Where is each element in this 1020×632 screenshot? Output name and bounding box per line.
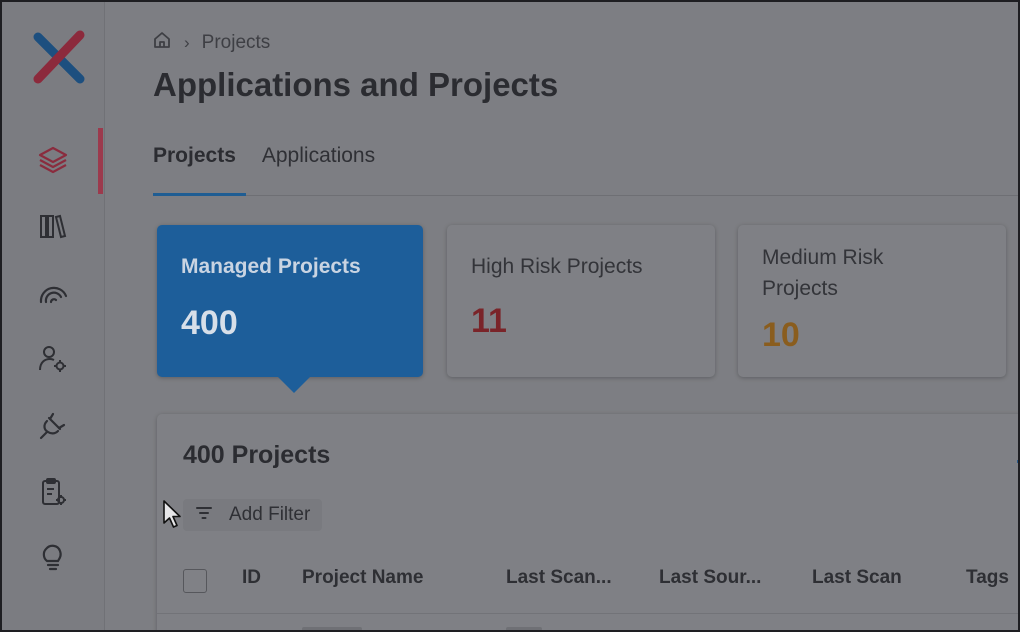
sidebar-item-dashboard[interactable]	[34, 273, 72, 311]
main-content: › Projects Applications and Projects Pro…	[105, 2, 1018, 630]
select-all-checkbox[interactable]	[183, 569, 207, 593]
card-title: Medium Risk Projects	[762, 246, 884, 300]
clipboard-settings-icon	[42, 478, 66, 505]
add-filter-label: Add Filter	[229, 504, 311, 525]
column-header-last-scan-date[interactable]: Last Scan...	[506, 567, 612, 589]
active-tab-underline	[153, 193, 246, 196]
tab-applications[interactable]: Applications	[262, 144, 375, 196]
column-header-last-scan[interactable]: Last Scan	[812, 567, 902, 589]
table-header: ID Project Name Last Scan... Last Sour..…	[157, 562, 1018, 614]
tab-projects[interactable]: Projects	[153, 144, 236, 196]
card-value: 10	[762, 316, 800, 354]
sidebar-item-library[interactable]	[34, 207, 72, 245]
plug-icon	[39, 412, 66, 440]
app-window: › Projects Applications and Projects Pro…	[0, 0, 1020, 632]
page-title: Applications and Projects	[153, 66, 559, 103]
card-title: Managed Projects	[181, 255, 361, 278]
user-settings-icon	[39, 346, 66, 372]
filter-icon	[195, 504, 213, 526]
column-header-project-name[interactable]: Project Name	[302, 567, 423, 589]
managed-projects-card[interactable]: Managed Projects 400	[157, 225, 423, 377]
breadcrumb-current: Projects	[201, 32, 271, 53]
chevron-right-icon: ›	[184, 33, 190, 52]
layers-icon	[38, 146, 68, 174]
logo-icon[interactable]	[30, 29, 88, 87]
lightbulb-icon	[42, 544, 62, 571]
sidebar-item-user-settings[interactable]	[34, 340, 72, 378]
high-risk-projects-card[interactable]: High Risk Projects 11	[447, 225, 715, 377]
card-value: 400	[181, 304, 238, 342]
projects-count-title: 400 Projects	[183, 441, 331, 469]
sidebar-item-insights[interactable]	[34, 538, 72, 576]
medium-risk-projects-card[interactable]: Medium Risk Projects 10	[738, 225, 1006, 377]
sidebar-item-projects[interactable]	[34, 141, 72, 179]
table-row[interactable]	[506, 627, 542, 630]
card-title: High Risk Projects	[471, 255, 643, 278]
column-header-id[interactable]: ID	[242, 567, 261, 589]
card-value: 11	[471, 302, 507, 340]
tab-bar: Projects Applications	[153, 144, 375, 196]
selected-card-pointer	[277, 376, 311, 393]
column-header-tags[interactable]: Tags	[966, 567, 1009, 589]
sidebar-item-integrations[interactable]	[34, 406, 72, 444]
mouse-cursor-icon	[163, 500, 181, 528]
breadcrumb: › Projects	[152, 30, 270, 56]
active-nav-indicator	[98, 128, 103, 194]
table-row[interactable]	[302, 627, 362, 630]
column-header-last-source[interactable]: Last Sour...	[659, 567, 761, 589]
add-filter-button[interactable]: Add Filter	[183, 499, 323, 531]
gauge-icon	[39, 286, 68, 304]
sidebar-item-reports[interactable]	[34, 473, 72, 511]
sidebar	[2, 2, 105, 630]
tabs-divider	[153, 195, 1018, 196]
library-icon	[40, 214, 67, 239]
projects-panel: 400 Projects Add Filter ID Project Name …	[157, 414, 1018, 630]
home-icon[interactable]	[152, 30, 172, 56]
